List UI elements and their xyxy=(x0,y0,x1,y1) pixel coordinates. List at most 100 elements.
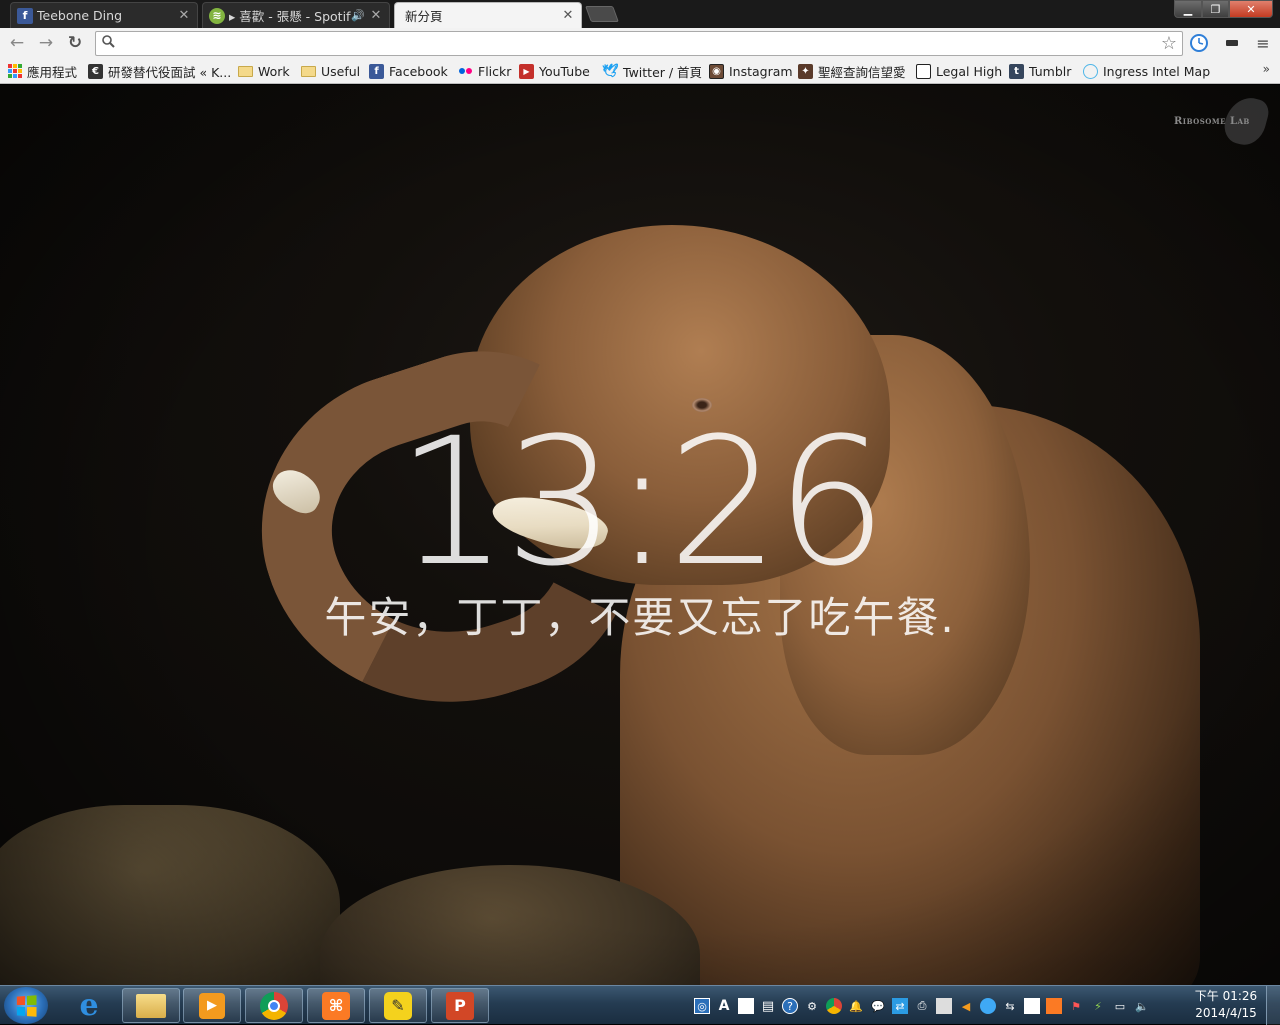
bookmark-label: Ingress Intel Map xyxy=(1103,63,1211,79)
tab-strip: f Teebone Ding ✕ ≋ ▸ 喜歡 - 張懸 - Spotify 🔊… xyxy=(0,0,1280,28)
clock-extension-icon[interactable] xyxy=(1189,33,1209,53)
taskbar-explorer[interactable] xyxy=(122,988,180,1023)
new-tab-page: Ribosome Lab 13:26 午安，丁丁，不要又忘了吃午餐. xyxy=(0,85,1280,985)
explorer-icon xyxy=(136,993,166,1018)
forward-button[interactable]: → xyxy=(35,32,57,54)
ribosome-lab-logo[interactable]: Ribosome Lab xyxy=(1172,92,1272,150)
notification-bell-icon[interactable]: 🔔 xyxy=(848,998,864,1014)
back-button[interactable]: ← xyxy=(6,32,28,54)
bookmark-label: Twitter / 首頁 xyxy=(623,64,703,80)
wechat-icon[interactable]: 💬 xyxy=(870,998,886,1014)
system-tray: ◎ A ▤ ? ⚙ 🔔 💬 ⇄ ⎙ ◀ ⇆ ⚑ ⚡ ▭ 🔈 xyxy=(694,992,1156,1020)
bookmarks-overflow-button[interactable]: » xyxy=(1263,62,1270,76)
clipboard-icon[interactable] xyxy=(1024,998,1040,1014)
keyboard-icon[interactable]: ▤ xyxy=(760,998,776,1014)
taskbar-pencil-app[interactable]: ✎ xyxy=(369,988,427,1023)
browser-toolbar: ← → ↻ ☆ ≡ xyxy=(0,28,1280,58)
clock-time: 13:26 xyxy=(396,400,887,605)
menu-icon[interactable]: ≡ xyxy=(1253,33,1273,53)
ie-icon: e xyxy=(79,988,99,1023)
bookmark-folder-work[interactable]: Work xyxy=(238,62,290,80)
input-method-icon[interactable]: ◎ xyxy=(694,998,710,1014)
close-icon[interactable]: ✕ xyxy=(177,8,191,23)
help-icon[interactable]: ? xyxy=(782,998,798,1014)
media-player-icon: ▶ xyxy=(199,992,225,1019)
flickr-icon xyxy=(458,64,473,79)
bookmark-bible[interactable]: ✦ 聖經查詢信望愛 xyxy=(798,62,906,80)
bookmark-instagram[interactable]: ◉ Instagram xyxy=(709,62,793,80)
bookmark-youtube[interactable]: ▶ YouTube xyxy=(519,62,590,80)
bookmark-tumblr[interactable]: t Tumblr xyxy=(1009,62,1071,80)
volume-app-icon[interactable]: ◀ xyxy=(958,998,974,1014)
tumblr-icon: t xyxy=(1009,63,1024,79)
bookmark-star-icon[interactable]: ☆ xyxy=(1161,33,1177,54)
site-icon: € xyxy=(88,63,103,79)
reload-button[interactable]: ↻ xyxy=(64,32,86,54)
tab-title: ▸ 喜歡 - 張懸 - Spotify xyxy=(229,9,352,24)
instagram-icon: ◉ xyxy=(709,63,724,79)
apps-grid-icon xyxy=(7,63,22,79)
browser-tray-icon[interactable] xyxy=(980,998,996,1014)
system-clock-date: 2014/4/15 xyxy=(1195,1006,1257,1020)
window-controls: ▁ ❐ ✕ xyxy=(1174,0,1273,18)
maximize-button[interactable]: ❐ xyxy=(1202,0,1229,18)
chrome-tray-icon[interactable] xyxy=(826,998,842,1014)
taskbar-chrome[interactable] xyxy=(245,988,303,1023)
folder-icon xyxy=(301,65,316,77)
speaker-icon: 🔊 xyxy=(351,9,365,22)
taskbar-xampp[interactable]: ⌘ xyxy=(307,988,365,1023)
display-icon[interactable] xyxy=(936,998,952,1014)
start-button[interactable] xyxy=(4,987,48,1024)
bookmark-flickr[interactable]: Flickr xyxy=(458,62,511,80)
network-icon[interactable]: ⇆ xyxy=(1002,998,1018,1014)
speaker-icon[interactable]: 🔈 xyxy=(1134,998,1150,1014)
reload-icon: ↻ xyxy=(67,33,83,53)
system-clock[interactable]: 下午 01:26 2014/4/15 xyxy=(1188,988,1264,1022)
bookmark-folder-useful[interactable]: Useful xyxy=(301,62,360,80)
taskbar-powerpoint[interactable]: P xyxy=(431,988,489,1023)
close-icon[interactable]: ✕ xyxy=(561,8,575,23)
xampp-icon: ⌘ xyxy=(322,991,350,1020)
bookmark-label: 應用程式 xyxy=(27,64,78,80)
bookmark-twitter[interactable]: 🕊 Twitter / 首頁 xyxy=(602,62,703,80)
settings-icon[interactable]: ⚙ xyxy=(804,998,820,1014)
tab-facebook[interactable]: f Teebone Ding ✕ xyxy=(10,2,198,28)
printer-icon[interactable]: ⎙ xyxy=(914,998,930,1014)
bookmark-facebook[interactable]: f Facebook xyxy=(369,62,448,80)
window-icon[interactable] xyxy=(738,998,754,1014)
minimize-button[interactable]: ▁ xyxy=(1174,0,1202,18)
extension-icon[interactable] xyxy=(1222,33,1242,53)
bookmark-label: Work xyxy=(258,63,290,79)
network-app-icon[interactable]: ⇄ xyxy=(892,998,908,1014)
close-icon[interactable]: ✕ xyxy=(369,8,383,23)
pencil-app-icon: ✎ xyxy=(384,991,412,1020)
action-center-icon[interactable]: ⚑ xyxy=(1068,998,1084,1014)
font-icon[interactable]: A xyxy=(716,998,732,1014)
folder-icon xyxy=(238,65,253,77)
close-window-button[interactable]: ✕ xyxy=(1229,0,1273,18)
bookmark-legal-high[interactable]: Legal High xyxy=(916,62,1002,80)
bookmark-label: Useful xyxy=(321,63,361,79)
address-input[interactable] xyxy=(122,34,1152,53)
tab-new-tab[interactable]: 新分頁 ✕ xyxy=(394,2,582,28)
bookmark-label: Tumblr xyxy=(1029,63,1072,79)
bookmark-interview[interactable]: € 研發替代役面試 « K... xyxy=(88,62,231,80)
facebook-icon: f xyxy=(17,7,33,24)
taskbar-media-player[interactable]: ▶ xyxy=(183,988,241,1023)
power-icon[interactable]: ⚡ xyxy=(1090,998,1106,1014)
spotify-icon: ≋ xyxy=(209,7,225,24)
tab-spotify[interactable]: ≋ ▸ 喜歡 - 張懸 - Spotify 🔊 ✕ xyxy=(202,2,390,28)
twitter-icon: 🕊 xyxy=(602,63,619,79)
bookmark-ingress[interactable]: Ingress Intel Map xyxy=(1083,62,1210,80)
taskbar-ie[interactable]: e xyxy=(60,988,118,1023)
bookmark-label: YouTube xyxy=(539,63,590,79)
address-bar[interactable]: ☆ xyxy=(95,31,1183,56)
tab-title: 新分頁 xyxy=(405,9,443,24)
bookmark-apps[interactable]: 應用程式 xyxy=(7,62,77,80)
show-desktop-button[interactable] xyxy=(1266,986,1280,1025)
new-tab-button[interactable] xyxy=(585,6,619,22)
network-status-icon[interactable]: ▭ xyxy=(1112,998,1128,1014)
chrome-icon xyxy=(260,991,288,1020)
xampp-tray-icon[interactable] xyxy=(1046,998,1062,1014)
facebook-icon: f xyxy=(369,63,384,79)
